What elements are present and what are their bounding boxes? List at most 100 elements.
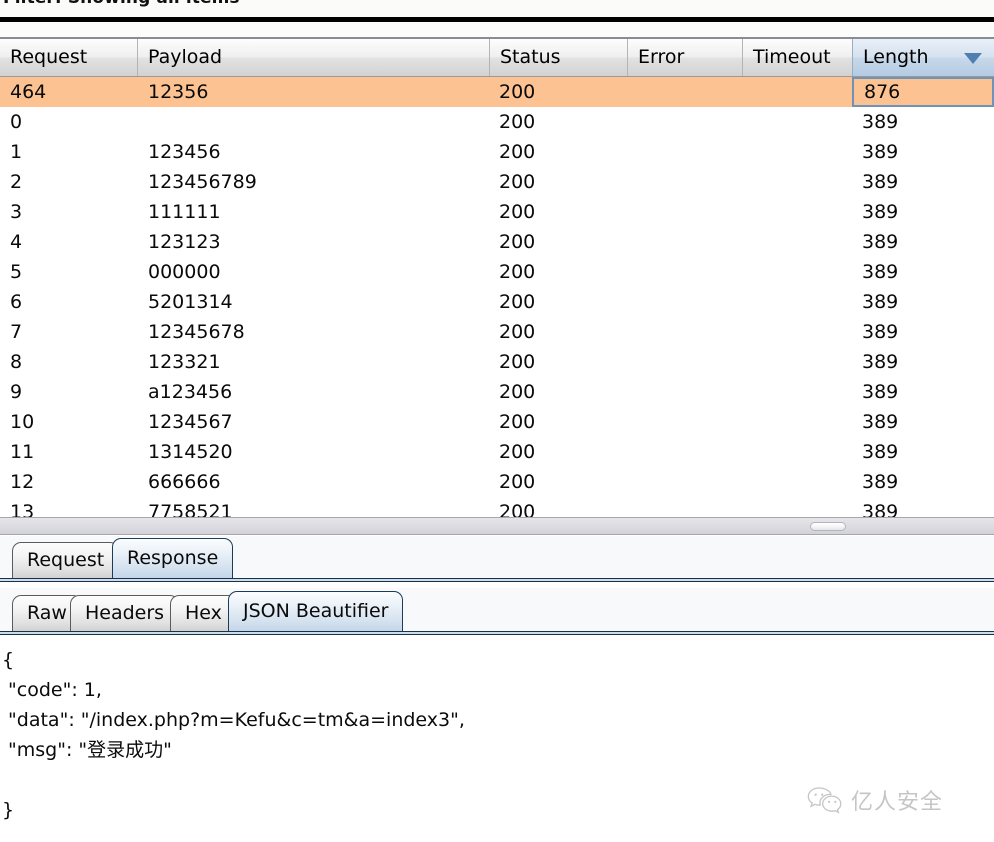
table-row[interactable]: 12666666200 389 <box>0 467 994 497</box>
cell-length[interactable]: 389 <box>852 257 994 287</box>
response-body-panel[interactable]: { "code": 1, "data": "/index.php?m=Kefu&… <box>0 635 994 842</box>
cell-request[interactable]: 8 <box>0 347 137 377</box>
cell-payload[interactable]: 111111 <box>137 197 489 227</box>
cell-request[interactable]: 464 <box>0 77 137 107</box>
cell-error <box>627 497 742 517</box>
table-row[interactable]: 3111111200 389 <box>0 197 994 227</box>
cell-request[interactable]: 0 <box>0 107 137 137</box>
cell-length[interactable]: 389 <box>852 317 994 347</box>
cell-request[interactable]: 10 <box>0 407 137 437</box>
cell-status[interactable]: 200 <box>489 137 627 167</box>
cell-request[interactable]: 6 <box>0 287 137 317</box>
cell-length[interactable]: 389 <box>852 377 994 407</box>
cell-length[interactable]: 389 <box>852 497 994 517</box>
cell-status[interactable]: 200 <box>489 77 627 107</box>
cell-status[interactable]: 200 <box>489 197 627 227</box>
table-row[interactable]: 5000000200 389 <box>0 257 994 287</box>
cell-request[interactable]: 4 <box>0 227 137 257</box>
cell-payload[interactable]: 123123 <box>137 227 489 257</box>
cell-request[interactable]: 9 <box>0 377 137 407</box>
cell-status[interactable]: 200 <box>489 227 627 257</box>
tab-label: Headers <box>85 602 164 624</box>
cell-length[interactable]: 389 <box>852 347 994 377</box>
cell-request[interactable]: 3 <box>0 197 137 227</box>
column-header-error[interactable]: Error <box>627 39 742 76</box>
horizontal-scrollbar-thumb[interactable] <box>810 522 846 531</box>
cell-length[interactable]: 389 <box>852 167 994 197</box>
cell-request[interactable]: 13 <box>0 497 137 517</box>
cell-length[interactable]: 389 <box>852 197 994 227</box>
horizontal-scrollbar[interactable] <box>0 517 994 535</box>
cell-length[interactable]: 389 <box>852 107 994 137</box>
tab-headers[interactable]: Headers <box>70 595 179 631</box>
cell-request[interactable]: 5 <box>0 257 137 287</box>
cell-timeout <box>742 77 852 107</box>
tab-response[interactable]: Response <box>112 538 233 578</box>
column-header-length[interactable]: Length <box>852 39 994 76</box>
cell-payload[interactable]: 000000 <box>137 257 489 287</box>
sort-descending-triangle-icon[interactable] <box>964 53 982 64</box>
table-row[interactable]: 8123321200 389 <box>0 347 994 377</box>
cell-payload[interactable]: 12356 <box>137 77 489 107</box>
filter-bar[interactable]: Filter: Showing all items <box>0 0 994 17</box>
table-row[interactable]: 2123456789200 389 <box>0 167 994 197</box>
cell-length[interactable]: 389 <box>852 437 994 467</box>
cell-payload[interactable]: 1234567 <box>137 407 489 437</box>
cell-error <box>627 347 742 377</box>
cell-request[interactable]: 7 <box>0 317 137 347</box>
cell-status[interactable]: 200 <box>489 437 627 467</box>
table-row[interactable]: 712345678200 389 <box>0 317 994 347</box>
cell-status[interactable]: 200 <box>489 497 627 517</box>
table-row[interactable]: 0 200 389 <box>0 107 994 137</box>
column-header-timeout[interactable]: Timeout <box>742 39 852 76</box>
table-row[interactable]: 65201314200 389 <box>0 287 994 317</box>
cell-status[interactable]: 200 <box>489 317 627 347</box>
cell-error <box>627 317 742 347</box>
cell-payload[interactable]: 5201314 <box>137 287 489 317</box>
cell-length[interactable]: 389 <box>852 227 994 257</box>
cell-status[interactable]: 200 <box>489 467 627 497</box>
cell-payload[interactable]: 123321 <box>137 347 489 377</box>
cell-request[interactable]: 2 <box>0 167 137 197</box>
cell-status[interactable]: 200 <box>489 407 627 437</box>
table-row[interactable]: 46412356200 876 <box>0 77 994 107</box>
tab-request[interactable]: Request <box>12 542 119 578</box>
cell-timeout <box>742 197 852 227</box>
cell-request[interactable]: 1 <box>0 137 137 167</box>
cell-status[interactable]: 200 <box>489 287 627 317</box>
cell-payload[interactable]: 7758521 <box>137 497 489 517</box>
cell-payload[interactable]: 123456789 <box>137 167 489 197</box>
cell-payload[interactable] <box>137 107 489 137</box>
cell-payload[interactable]: 1314520 <box>137 437 489 467</box>
cell-request[interactable]: 12 <box>0 467 137 497</box>
cell-status[interactable]: 200 <box>489 347 627 377</box>
table-row[interactable]: 9a123456200 389 <box>0 377 994 407</box>
cell-status[interactable]: 200 <box>489 257 627 287</box>
cell-status[interactable]: 200 <box>489 167 627 197</box>
table-row[interactable]: 111314520200 389 <box>0 437 994 467</box>
column-header-status[interactable]: Status <box>489 39 627 76</box>
tab-hex[interactable]: Hex <box>170 595 237 631</box>
cell-status[interactable]: 200 <box>489 107 627 137</box>
cell-request[interactable]: 11 <box>0 437 137 467</box>
cell-length[interactable]: 876 <box>852 77 994 107</box>
tab-json-beautifier[interactable]: JSON Beautifier <box>228 591 403 631</box>
table-row[interactable]: 1123456200 389 <box>0 137 994 167</box>
cell-timeout <box>742 437 852 467</box>
table-row[interactable]: 101234567200 389 <box>0 407 994 437</box>
cell-payload[interactable]: 12345678 <box>137 317 489 347</box>
cell-length[interactable]: 389 <box>852 287 994 317</box>
cell-timeout <box>742 257 852 287</box>
cell-length[interactable]: 389 <box>852 467 994 497</box>
cell-status[interactable]: 200 <box>489 377 627 407</box>
column-header-request[interactable]: Request <box>0 39 137 76</box>
cell-error <box>627 437 742 467</box>
cell-payload[interactable]: 666666 <box>137 467 489 497</box>
table-row[interactable]: 137758521200 389 <box>0 497 994 517</box>
table-row[interactable]: 4123123200 389 <box>0 227 994 257</box>
cell-payload[interactable]: a123456 <box>137 377 489 407</box>
cell-payload[interactable]: 123456 <box>137 137 489 167</box>
cell-length[interactable]: 389 <box>852 137 994 167</box>
column-header-payload[interactable]: Payload <box>137 39 489 76</box>
cell-length[interactable]: 389 <box>852 407 994 437</box>
